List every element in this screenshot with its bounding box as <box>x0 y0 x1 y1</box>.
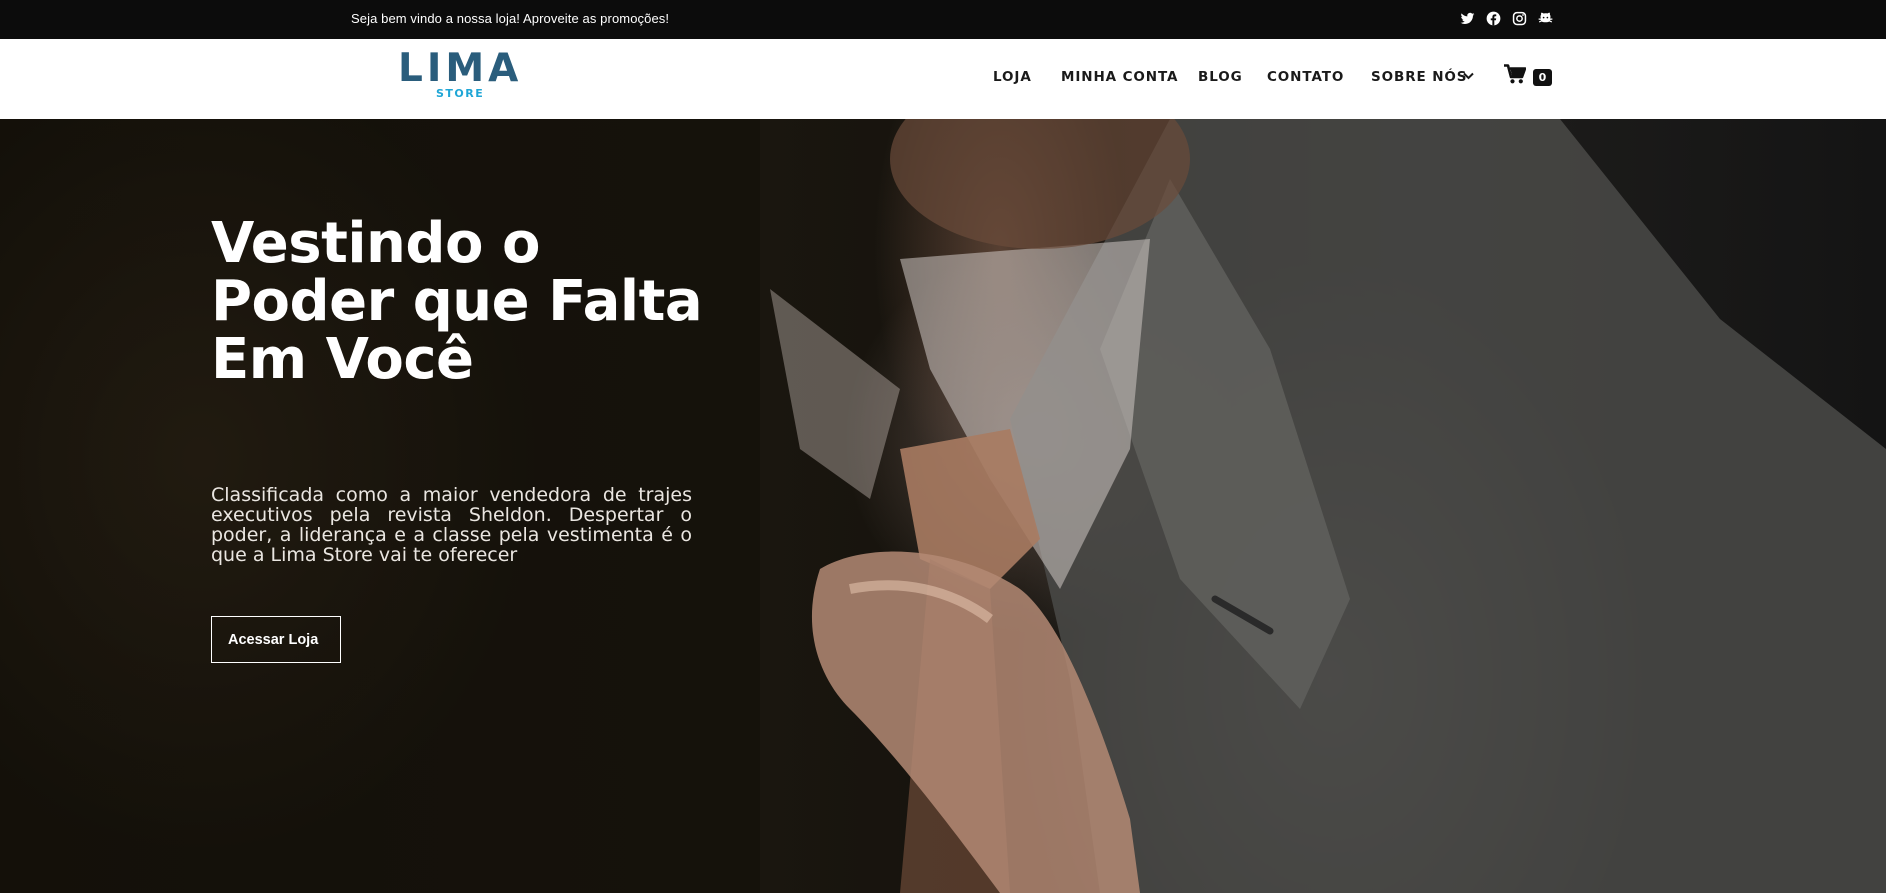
hero-banner: Vestindo o Poder que Falta Em Você Class… <box>0 119 1886 893</box>
hero-description: Classificada como a maior vendedora de t… <box>211 484 692 566</box>
facebook-icon[interactable] <box>1486 11 1501 26</box>
nav-item-contato[interactable]: CONTATO <box>1267 69 1344 85</box>
welcome-message: Seja bem vindo a nossa loja! Aproveite a… <box>351 11 670 26</box>
nav-item-loja[interactable]: LOJA <box>993 69 1032 85</box>
twitter-icon[interactable] <box>1460 11 1475 26</box>
cart-count-badge[interactable]: 0 <box>1533 69 1552 86</box>
main-nav: LOJA MINHA CONTA BLOG CONTATO SOBRE NÓS <box>0 69 1886 89</box>
hero-title: Vestindo o Poder que Falta Em Você <box>211 211 703 392</box>
instagram-icon[interactable] <box>1512 11 1527 26</box>
github-icon[interactable] <box>1538 11 1553 26</box>
topbar: Seja bem vindo a nossa loja! Aproveite a… <box>0 0 1886 39</box>
social-links <box>1460 11 1553 26</box>
access-store-button[interactable]: Acessar Loja <box>211 616 341 663</box>
nav-item-minha-conta[interactable]: MINHA CONTA <box>1061 69 1178 85</box>
chevron-down-icon[interactable] <box>1463 72 1474 80</box>
nav-item-blog[interactable]: BLOG <box>1198 69 1243 85</box>
nav-item-sobre-nos[interactable]: SOBRE NÓS <box>1371 69 1467 85</box>
main-header: LIMA STORE LOJA MINHA CONTA BLOG CONTATO… <box>0 39 1886 119</box>
shopping-cart-icon[interactable] <box>1504 64 1526 84</box>
